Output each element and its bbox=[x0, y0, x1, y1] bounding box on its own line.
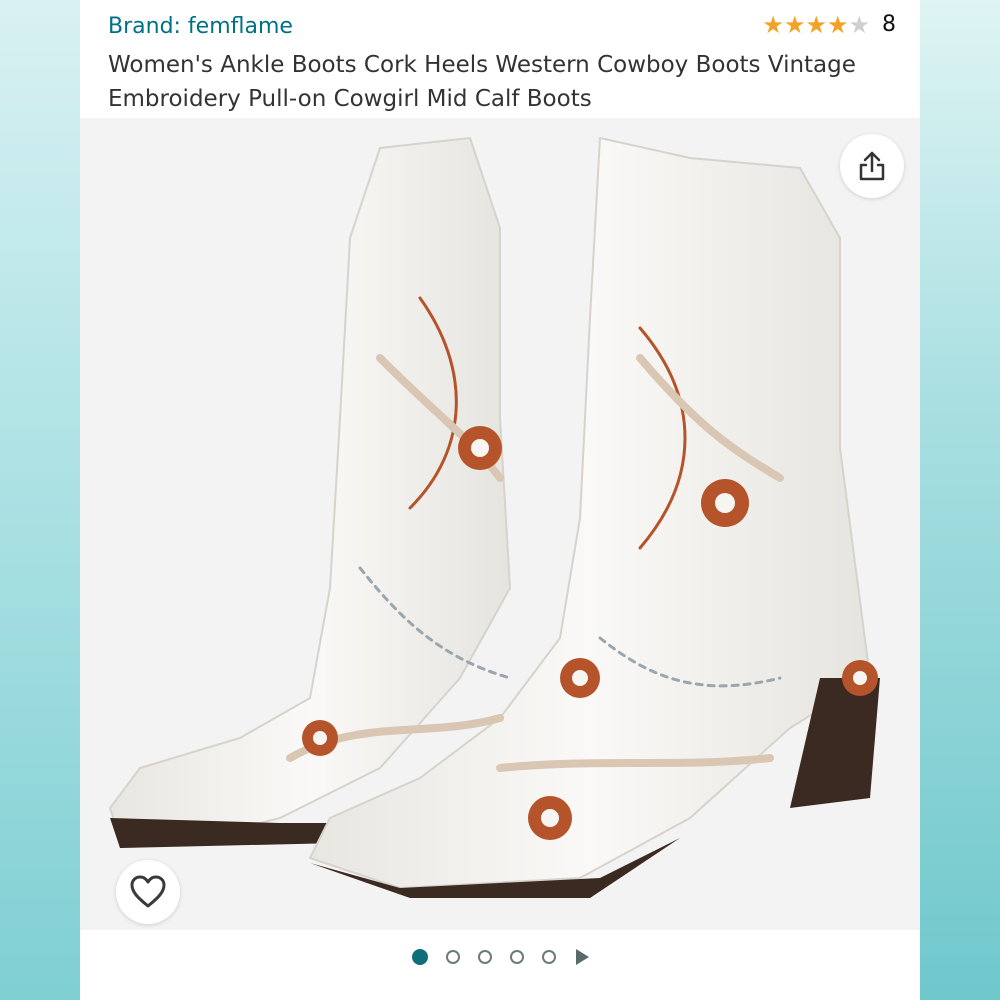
background-left bbox=[0, 0, 80, 1000]
product-title: Women's Ankle Boots Cork Heels Western C… bbox=[108, 52, 856, 112]
background-right bbox=[920, 0, 1000, 1000]
heart-icon bbox=[130, 875, 166, 908]
product-image bbox=[80, 118, 920, 930]
gallery-dot-5[interactable] bbox=[541, 950, 556, 964]
gallery-dot-1[interactable] bbox=[411, 949, 428, 965]
gallery-pagination bbox=[80, 940, 920, 974]
gallery-dot-2[interactable] bbox=[445, 950, 460, 964]
star-icon: ★ bbox=[848, 10, 870, 39]
rating-count[interactable]: 8 bbox=[882, 12, 896, 37]
gallery-dot-4[interactable] bbox=[509, 950, 524, 964]
star-icon: ★ bbox=[783, 10, 806, 39]
share-button[interactable] bbox=[840, 134, 904, 198]
star-icon: ★ bbox=[826, 10, 849, 39]
star-icon: ★ bbox=[805, 10, 827, 39]
share-icon bbox=[859, 151, 885, 181]
product-image-area[interactable] bbox=[80, 118, 920, 930]
gallery-dot-3[interactable] bbox=[477, 950, 492, 964]
star-icon: ★ bbox=[762, 10, 784, 39]
rating[interactable]: ★ ★ ★ ★ ★ 8 bbox=[762, 12, 896, 37]
product-card: Brand: femflame Women's Ankle Boots Cork… bbox=[80, 0, 920, 1000]
star-rating: ★ ★ ★ ★ ★ bbox=[762, 13, 870, 37]
wishlist-button[interactable] bbox=[116, 860, 180, 924]
play-triangle-icon[interactable] bbox=[575, 949, 589, 965]
